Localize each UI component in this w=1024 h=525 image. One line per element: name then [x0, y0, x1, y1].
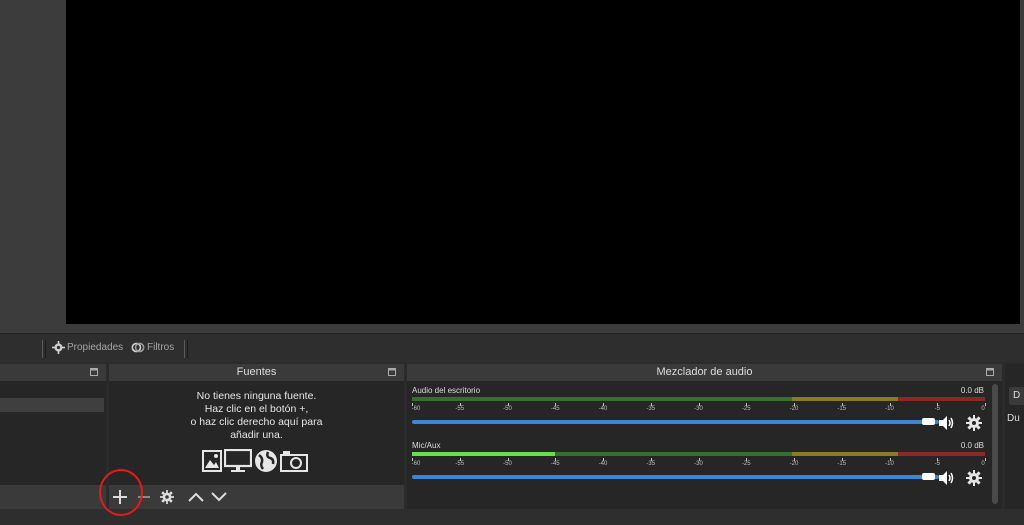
- tick-label: -50: [503, 406, 512, 412]
- duration-label: Du: [1007, 413, 1020, 424]
- mixer-title: Mezclador de audio: [656, 366, 753, 378]
- transition-select[interactable]: D: [1009, 387, 1024, 405]
- filters-button[interactable]: Filtros: [131, 341, 174, 354]
- tick-label: -45: [550, 406, 560, 412]
- tick-label: -25: [741, 461, 751, 467]
- channel-db-readout: 0.0 dB: [960, 441, 984, 450]
- tick-label: -10: [885, 406, 894, 412]
- properties-button[interactable]: Propiedades: [52, 341, 123, 354]
- down-arrow-icon: [211, 492, 227, 502]
- tick-label: -20: [789, 461, 799, 467]
- toolbar-separator: [184, 340, 188, 358]
- properties-label: Propiedades: [67, 342, 124, 353]
- float-dock-icon[interactable]: [90, 368, 98, 376]
- tick-label: -30: [694, 461, 703, 467]
- volume-slider[interactable]: [412, 473, 939, 480]
- tick-label: -15: [837, 461, 847, 467]
- filters-icon: [131, 341, 145, 354]
- gear-icon: [52, 341, 65, 354]
- tick-label: -50: [503, 461, 512, 467]
- volume-meter: [412, 397, 985, 401]
- up-arrow-icon: [188, 492, 204, 502]
- meter-ticks: -60 -55 -50 -45 -40 -35 -30 -25 -20 -15 -10 -5 0: [412, 458, 987, 468]
- tick-label: -40: [598, 406, 608, 412]
- tick-label: -15: [837, 406, 847, 412]
- meter-yellow-zone: [792, 397, 898, 401]
- channel-name: Mic/Aux: [412, 441, 441, 450]
- tick-label: -5: [934, 406, 940, 412]
- sources-dock: Fuentes No tienes ninguna fuente. Haz cl…: [109, 364, 404, 509]
- meter-level: [412, 452, 556, 456]
- channel-db-readout: 0.0 dB: [960, 386, 984, 395]
- tick-label: -55: [455, 406, 465, 412]
- volume-slider-handle[interactable]: [922, 418, 935, 425]
- meter-green-zone: [412, 397, 792, 401]
- display-icon: [224, 449, 252, 472]
- empty-message-line: No tienes ninguna fuente.: [196, 390, 317, 402]
- speaker-icon[interactable]: [938, 470, 954, 486]
- tick-label: -45: [550, 461, 560, 467]
- tick-label: -20: [789, 406, 799, 412]
- tick-label: -35: [646, 406, 656, 412]
- volume-slider-handle[interactable]: [922, 473, 935, 480]
- sources-toolbar: [109, 485, 404, 509]
- tick-mark: [985, 403, 986, 406]
- move-source-down-button[interactable]: [210, 488, 228, 506]
- gear-icon[interactable]: [966, 470, 982, 486]
- channel-name: Audio del escritorio: [412, 386, 481, 395]
- volume-slider[interactable]: [412, 418, 939, 425]
- tick-label: -60: [411, 406, 421, 412]
- float-dock-icon[interactable]: [388, 368, 396, 376]
- program-preview[interactable]: [66, 0, 1020, 324]
- move-source-up-button[interactable]: [187, 488, 205, 506]
- preview-bottom-margin: [0, 324, 1024, 333]
- source-type-icons: [202, 448, 312, 474]
- tick-label: -30: [694, 406, 703, 412]
- highlight-annotation-circle: [99, 469, 143, 516]
- tick-label: -40: [598, 461, 608, 467]
- toolbar-separator: [42, 340, 46, 358]
- preview-left-margin: [0, 0, 66, 327]
- scenes-dock: [0, 364, 106, 509]
- tick-label: -25: [741, 406, 751, 412]
- gear-icon[interactable]: [966, 415, 982, 431]
- filters-label: Filtros: [147, 342, 175, 353]
- tick-label: -5: [934, 461, 940, 467]
- browser-icon: [255, 450, 277, 472]
- image-icon: [202, 450, 222, 472]
- scene-list-item[interactable]: [0, 398, 104, 412]
- scenes-dock-header: [0, 364, 106, 381]
- tick-label: -60: [411, 461, 421, 467]
- meter-ticks: -60 -55 -50 -45 -40 -35 -30 -25 -20 -15 -10 -5 0: [412, 403, 987, 413]
- empty-message-line: o haz clic derecho aquí para: [190, 416, 323, 428]
- tick-label: -10: [885, 461, 894, 467]
- source-properties-button[interactable]: [158, 488, 176, 506]
- volume-meter: [412, 452, 985, 456]
- tick-label: -35: [646, 461, 656, 467]
- speaker-icon[interactable]: [938, 415, 954, 431]
- audio-mixer-dock: Mezclador de audio Audio del escritorio …: [407, 364, 1002, 509]
- tick-label: -55: [455, 461, 465, 467]
- empty-message-line: Haz clic en el botón +,: [204, 403, 309, 415]
- camera-icon: [280, 451, 308, 472]
- gear-icon: [160, 490, 174, 504]
- meter-red-zone: [898, 397, 985, 401]
- sources-title: Fuentes: [236, 366, 277, 378]
- preview-right-margin: [1020, 0, 1024, 327]
- mixer-scrollbar[interactable]: [992, 384, 998, 504]
- mixer-dock-header: Mezclador de audio: [407, 364, 1002, 381]
- empty-message-line: añadir una.: [230, 429, 283, 441]
- transitions-dock: D Du: [1005, 364, 1024, 509]
- meter-yellow-zone: [792, 452, 898, 456]
- tick-label: 0: [981, 461, 985, 467]
- meter-red-zone: [898, 452, 985, 456]
- tick-mark: [985, 458, 986, 461]
- scenes-toolbar: [0, 485, 106, 509]
- sources-dock-header: Fuentes: [109, 364, 404, 381]
- sources-empty-message[interactable]: No tienes ninguna fuente. Haz clic en el…: [109, 390, 404, 442]
- tick-label: 0: [981, 406, 985, 412]
- status-bar: [0, 509, 1024, 525]
- context-toolbar: Propiedades Filtros: [0, 333, 1024, 362]
- float-dock-icon[interactable]: [986, 368, 994, 376]
